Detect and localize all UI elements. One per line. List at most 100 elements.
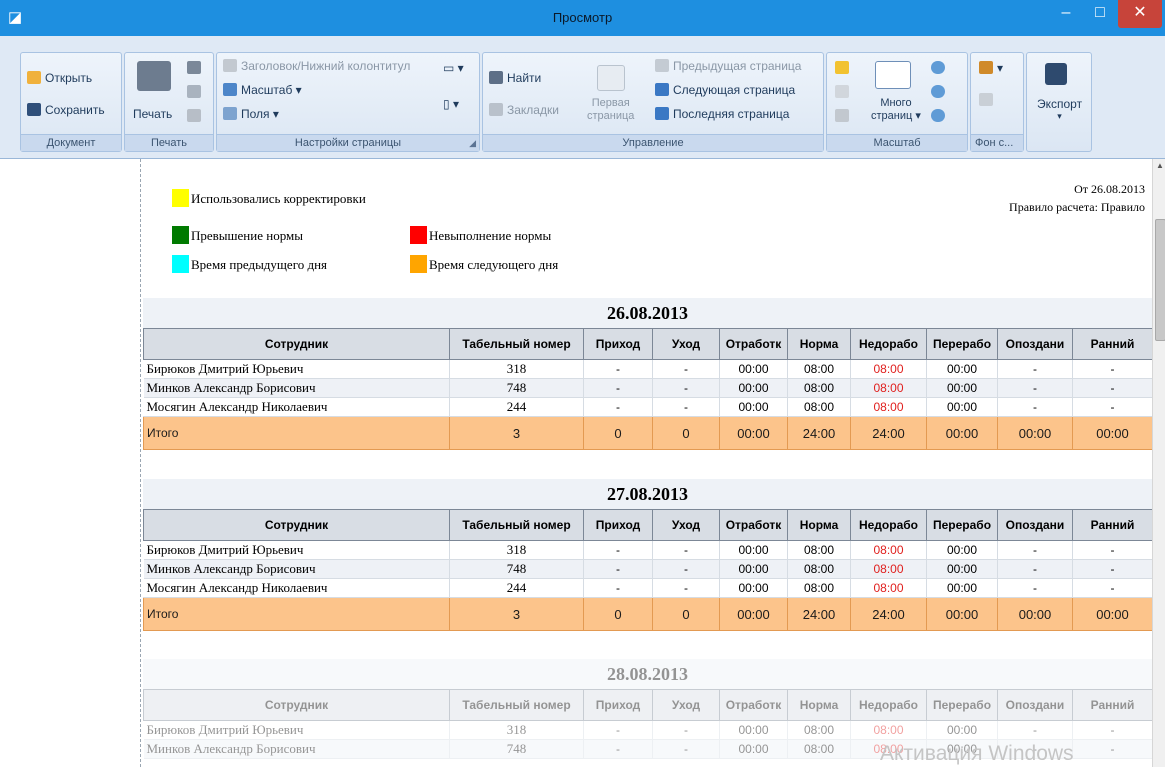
table-cell: 08:00 bbox=[787, 739, 851, 759]
column-header: Отработк bbox=[719, 328, 788, 360]
total-cell: Итого bbox=[143, 416, 450, 450]
table-cell: - bbox=[1072, 739, 1153, 759]
window-title: Просмотр bbox=[552, 10, 613, 25]
table-cell: Минков Александр Борисович bbox=[143, 559, 450, 579]
bookmarks-button[interactable]: Закладки bbox=[489, 103, 559, 117]
table-cell: - bbox=[1072, 359, 1153, 379]
paper-size-button[interactable]: ▯ ▾ bbox=[443, 97, 459, 111]
total-cell: 24:00 bbox=[850, 416, 927, 450]
page-color-button[interactable]: ▾ bbox=[979, 61, 1003, 75]
column-header: Отработк bbox=[719, 689, 788, 721]
header-footer-button[interactable]: Заголовок/Нижний колонтитул bbox=[223, 59, 410, 73]
table-cell: - bbox=[652, 540, 720, 560]
table-row: Бирюков Дмитрий Юрьевич 318- -00:00 08:00 08… bbox=[143, 359, 1153, 379]
bookmarks-icon bbox=[489, 103, 503, 116]
column-header: Норма bbox=[787, 689, 851, 721]
table-cell: - bbox=[1072, 397, 1153, 417]
table-cell: 00:00 bbox=[926, 540, 998, 560]
column-header: Отработк bbox=[719, 509, 788, 541]
next-page-button[interactable]: Следующая страница bbox=[655, 83, 795, 97]
day-date-header: 27.08.2013 bbox=[143, 479, 1152, 509]
floppy-disk-icon bbox=[27, 103, 41, 116]
vertical-scrollbar[interactable]: ▲ bbox=[1152, 159, 1165, 767]
last-page-button[interactable]: Последняя страница bbox=[655, 107, 789, 121]
page-left-edge bbox=[140, 159, 142, 767]
zoom-in-icon[interactable] bbox=[931, 109, 945, 122]
total-cell: 3 bbox=[449, 416, 584, 450]
printer-settings-icon[interactable] bbox=[187, 109, 201, 122]
column-header: Ранний bbox=[1072, 328, 1153, 360]
table-cell: - bbox=[583, 397, 653, 417]
table-cell: 08:00 bbox=[850, 578, 927, 598]
zoom-out-icon[interactable] bbox=[931, 61, 945, 74]
table-cell: 08:00 bbox=[850, 378, 927, 398]
table-cell: - bbox=[997, 540, 1073, 560]
total-cell: 24:00 bbox=[787, 597, 851, 631]
table-cell: 00:00 bbox=[926, 378, 998, 398]
dialog-launcher-icon[interactable]: ◢ bbox=[469, 138, 476, 149]
column-header: Сотрудник bbox=[143, 509, 450, 541]
column-header: Уход bbox=[652, 328, 720, 360]
hand-tool-icon[interactable] bbox=[835, 85, 849, 98]
open-button[interactable]: Открыть bbox=[27, 71, 92, 85]
column-header: Недорабо bbox=[850, 509, 927, 541]
table-row: Мосягин Александр Николаевич 244- -00:00 08… bbox=[143, 578, 1153, 598]
group-navigation: Найти Закладки Первая страница Предыдуща… bbox=[482, 52, 824, 152]
quick-print-icon[interactable] bbox=[187, 61, 201, 74]
maximize-button[interactable]: □ bbox=[1083, 0, 1117, 28]
column-header: Уход bbox=[652, 689, 720, 721]
many-pages-button[interactable]: Много страниц ▾ bbox=[871, 97, 921, 123]
table-cell: - bbox=[652, 578, 720, 598]
report-date: От 26.08.2013 bbox=[1074, 182, 1145, 196]
scale-button[interactable]: Масштаб ▾ bbox=[223, 83, 302, 97]
table-cell: - bbox=[652, 739, 720, 759]
printer-icon bbox=[137, 61, 171, 91]
table-cell: - bbox=[1072, 540, 1153, 560]
table-cell: - bbox=[997, 397, 1073, 417]
margins-button[interactable]: Поля ▾ bbox=[223, 107, 279, 121]
orientation-button[interactable]: ▭ ▾ bbox=[443, 61, 464, 75]
table-cell: - bbox=[997, 359, 1073, 379]
table-cell: 00:00 bbox=[926, 720, 998, 740]
save-button[interactable]: Сохранить bbox=[27, 103, 105, 117]
watermark-icon[interactable] bbox=[979, 93, 993, 106]
pointer-icon[interactable] bbox=[835, 61, 849, 74]
table-cell: 00:00 bbox=[719, 739, 788, 759]
table-row: Минков Александр Борисович 748- -00:00 08:0… bbox=[143, 378, 1153, 398]
table-cell: 318 bbox=[449, 540, 584, 560]
table-cell: - bbox=[997, 378, 1073, 398]
group-page-setup: Заголовок/Нижний колонтитул Масштаб ▾ По… bbox=[216, 52, 480, 152]
print-button[interactable]: Печать bbox=[133, 107, 172, 121]
scrollbar-thumb[interactable] bbox=[1155, 219, 1165, 341]
day-date-header: 26.08.2013 bbox=[143, 298, 1152, 328]
table-cell: 08:00 bbox=[850, 720, 927, 740]
table-cell: - bbox=[1072, 578, 1153, 598]
attendance-table: Сотрудник Табельный номер Приход Уход Отрабо… bbox=[143, 509, 1153, 631]
table-cell: 08:00 bbox=[850, 397, 927, 417]
group-label-background: Фон с... bbox=[971, 134, 1023, 151]
group-label-page-setup: Настройки страницы bbox=[217, 134, 479, 151]
column-header: Перерабо bbox=[926, 689, 998, 721]
column-header: Приход bbox=[583, 689, 653, 721]
table-cell: 08:00 bbox=[787, 359, 851, 379]
close-button[interactable]: ✕ bbox=[1118, 0, 1162, 28]
table-cell: - bbox=[583, 720, 653, 740]
page-setup-icon[interactable] bbox=[187, 85, 201, 98]
paint-bucket-icon bbox=[979, 61, 993, 74]
find-button[interactable]: Найти bbox=[489, 71, 541, 85]
table-cell: - bbox=[652, 359, 720, 379]
first-page-button[interactable]: Первая страница bbox=[587, 97, 634, 123]
column-header: Недорабо bbox=[850, 689, 927, 721]
export-button[interactable]: Экспорт ▾ bbox=[1037, 97, 1082, 122]
table-cell: 08:00 bbox=[787, 559, 851, 579]
group-document: Открыть Сохранить Документ bbox=[20, 52, 122, 152]
scroll-up-icon[interactable]: ▲ bbox=[1156, 161, 1164, 170]
table-cell: Минков Александр Борисович bbox=[143, 739, 450, 759]
table-cell: Бирюков Дмитрий Юрьевич bbox=[143, 359, 450, 379]
minimize-button[interactable]: – bbox=[1049, 0, 1083, 28]
table-cell: 00:00 bbox=[719, 540, 788, 560]
prev-page-button[interactable]: Предыдущая страница bbox=[655, 59, 801, 73]
group-label-document: Документ bbox=[21, 134, 121, 151]
zoom-icon[interactable] bbox=[931, 85, 945, 98]
zoom-tool-icon[interactable] bbox=[835, 109, 849, 122]
